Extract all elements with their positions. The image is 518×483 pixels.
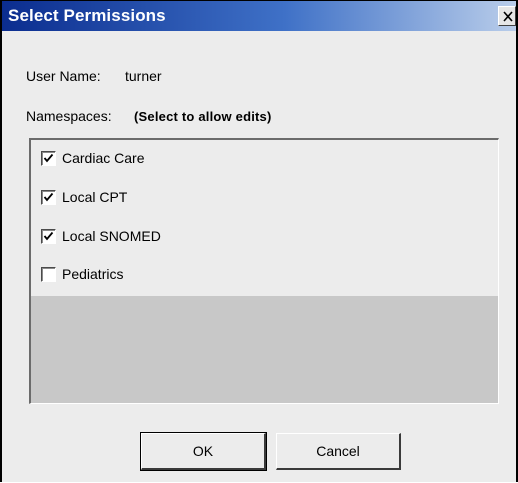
title-bar[interactable]: Select Permissions [2,1,516,31]
close-button[interactable] [498,6,516,26]
namespace-checkbox[interactable] [41,266,56,282]
namespaces-hint: (Select to allow edits) [134,109,272,124]
namespace-item-cardiac-care[interactable]: Cardiac Care [41,148,144,168]
namespace-label: Local CPT [62,189,128,205]
namespace-label: Cardiac Care [62,150,145,166]
user-name-value: turner [125,68,162,84]
namespace-item-local-cpt[interactable]: Local CPT [41,187,127,207]
select-permissions-dialog: Select Permissions User Name: turner Nam… [0,0,518,482]
close-icon [503,11,513,22]
namespace-label: Local SNOMED [62,228,161,244]
user-name-label: User Name: [26,68,101,84]
namespace-item-local-snomed[interactable]: Local SNOMED [41,226,161,246]
checkmark-icon [43,231,54,240]
namespaces-list-items: Cardiac Care Local CPT Local SNOMED Pedi… [31,140,498,296]
checkmark-icon [43,192,54,201]
namespace-checkbox[interactable] [41,189,56,205]
namespace-checkbox[interactable] [41,228,56,244]
dialog-title: Select Permissions [8,6,166,25]
namespaces-label: Namespaces: [26,108,112,124]
namespace-checkbox[interactable] [41,150,56,166]
ok-button[interactable]: OK [140,432,267,471]
namespaces-list[interactable]: Cardiac Care Local CPT Local SNOMED Pedi… [29,138,499,404]
namespace-label: Pediatrics [62,266,124,282]
cancel-button[interactable]: Cancel [276,433,401,470]
namespace-item-pediatrics[interactable]: Pediatrics [41,264,123,284]
checkmark-icon [43,153,54,162]
